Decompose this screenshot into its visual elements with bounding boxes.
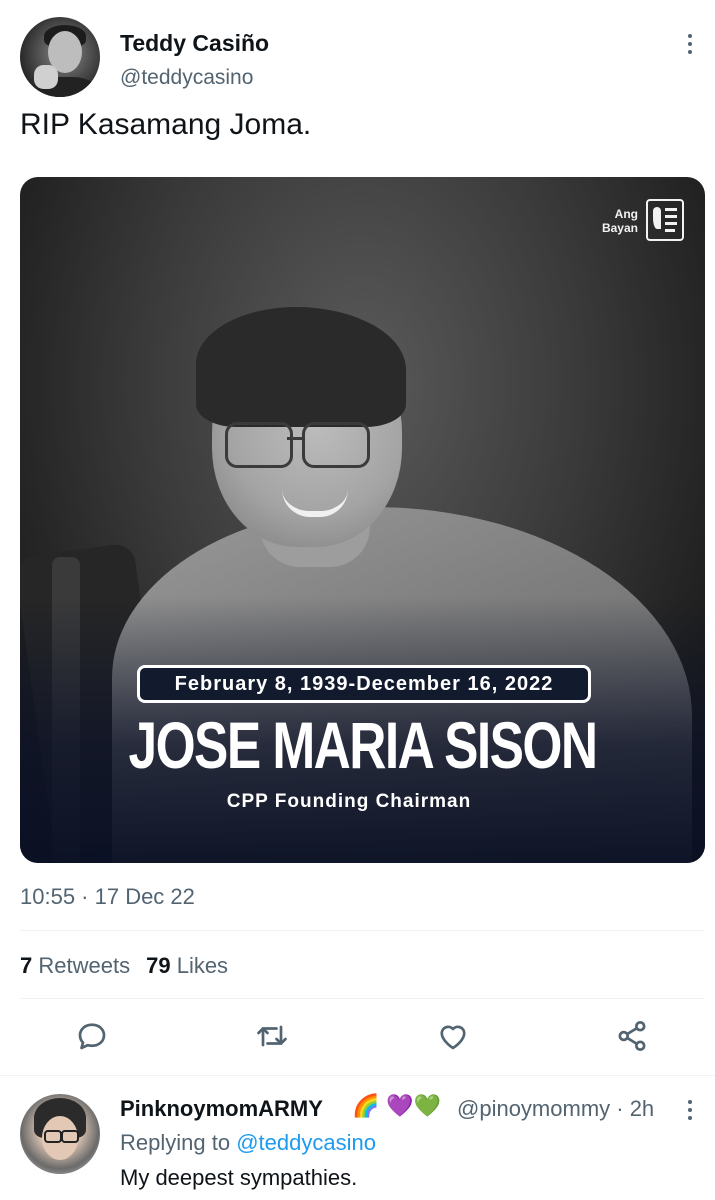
ang-bayan-logo-icon bbox=[646, 199, 684, 241]
retweets-stat[interactable]: 7 Retweets bbox=[20, 953, 130, 978]
tweet-stats: 7 Retweets 79 Likes bbox=[20, 953, 228, 979]
replying-to-link[interactable]: @teddycasino bbox=[236, 1130, 376, 1155]
retweet-icon[interactable] bbox=[254, 1018, 290, 1054]
life-dates-banner: February 8, 1939-December 16, 2022 bbox=[137, 665, 591, 703]
memorial-subtitle: CPP Founding Chairman bbox=[226, 791, 472, 812]
author-handle[interactable]: @teddycasino bbox=[120, 66, 253, 90]
reply-author-name[interactable]: PinknoymomARMY bbox=[120, 1096, 323, 1122]
ang-bayan-logo-text: Ang Bayan bbox=[601, 207, 638, 235]
replying-to-line: Replying to @teddycasino bbox=[120, 1130, 376, 1155]
tweet-text: RIP Kasamang Joma. bbox=[20, 108, 312, 141]
reply-author-avatar[interactable] bbox=[20, 1094, 100, 1174]
tweet-image[interactable]: Ang Bayan February 8, 1939-December 16, … bbox=[20, 177, 705, 863]
reply-more-options-icon[interactable] bbox=[680, 1096, 700, 1126]
author-avatar[interactable] bbox=[20, 17, 100, 97]
memorial-name: JOSE MARIA SISON bbox=[128, 708, 599, 782]
divider bbox=[20, 998, 705, 999]
likes-stat[interactable]: 79 Likes bbox=[146, 953, 228, 978]
more-options-icon[interactable] bbox=[680, 30, 700, 60]
reply-author-handle[interactable]: @pinoymommy · 2h bbox=[457, 1096, 654, 1122]
share-icon[interactable] bbox=[614, 1018, 650, 1054]
reply-author-emoji-badges: 🌈 💜💚 bbox=[352, 1094, 442, 1119]
divider bbox=[20, 930, 705, 931]
author-name[interactable]: Teddy Casiño bbox=[120, 30, 269, 57]
like-icon[interactable] bbox=[435, 1018, 471, 1054]
section-divider bbox=[0, 1075, 715, 1076]
reply-icon[interactable] bbox=[74, 1018, 110, 1054]
reply-text: My deepest sympathies. bbox=[120, 1165, 358, 1190]
tweet-timestamp[interactable]: 10:55 · 17 Dec 22 bbox=[20, 884, 195, 910]
